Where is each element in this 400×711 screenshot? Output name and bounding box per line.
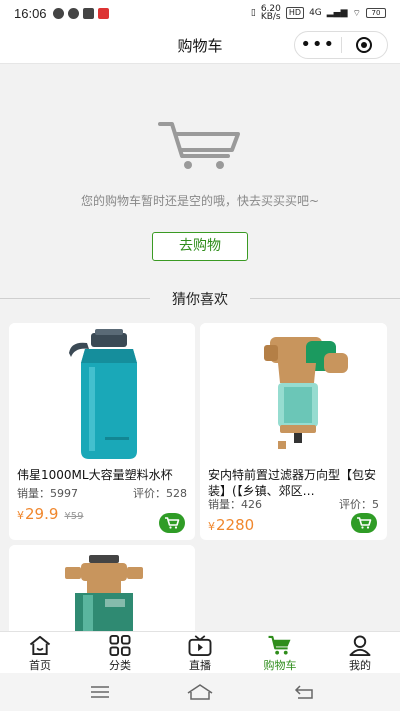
app-notification-icon <box>82 7 94 19</box>
home-icon <box>29 635 51 656</box>
mini-program-capsule: ••• <box>294 31 388 59</box>
status-bar: 16:06 ▯ 6.20 KB/s HD 4G ▂▄▆ ⌔ 70 <box>0 0 400 26</box>
go-shopping-button[interactable]: 去购物 <box>152 232 248 261</box>
tab-mine[interactable]: 我的 <box>320 632 400 673</box>
tab-cart[interactable]: 购物车 <box>240 632 320 673</box>
menu-icon[interactable] <box>90 685 110 699</box>
cart-icon <box>158 122 240 169</box>
recommend-section-header: 猜你喜欢 <box>0 288 400 308</box>
add-to-cart-button[interactable] <box>351 513 377 533</box>
product-meta: 销量：5997 评价：528 <box>17 485 187 501</box>
price-value: 2280 <box>216 516 255 534</box>
tab-home[interactable]: 首页 <box>0 632 80 673</box>
product-name[interactable]: 伟星1000ML大容量塑料水杯 <box>17 467 189 483</box>
tab-label: 分类 <box>109 659 131 672</box>
product-price: ¥29.9 ¥59 <box>17 505 84 523</box>
network-type: 4G <box>309 8 322 18</box>
nav-bar: 购物车 ••• <box>0 26 400 64</box>
product-name[interactable]: 安内特前置过滤器万向型【包安装】(【乡镇、郊区… <box>208 467 381 499</box>
battery-icon: 70 <box>366 8 386 18</box>
app-notification-icon <box>67 7 79 19</box>
add-to-cart-button[interactable] <box>159 513 185 533</box>
system-navigation-bar <box>0 673 400 711</box>
product-card[interactable] <box>9 545 195 631</box>
tab-label: 直播 <box>189 659 211 672</box>
product-image[interactable] <box>9 323 195 463</box>
app-notification-icon <box>97 7 109 19</box>
product-meta: 销量：426 评价：5 <box>208 496 379 512</box>
product-card[interactable]: 伟星1000ML大容量塑料水杯 销量：5997 评价：528 ¥29.9 ¥59 <box>9 323 195 540</box>
product-sales: 销量：426 <box>208 498 262 511</box>
vibrate-icon: ▯ <box>250 8 256 18</box>
product-reviews: 评价：5 <box>339 498 379 511</box>
app-notification-icon <box>52 7 64 19</box>
category-icon <box>109 635 131 656</box>
tab-label: 我的 <box>349 659 371 672</box>
wifi-icon: ⌔ <box>352 8 361 19</box>
product-price: ¥2280 <box>208 516 254 534</box>
user-icon <box>349 635 371 656</box>
target-icon[interactable] <box>342 37 388 53</box>
currency-symbol: ¥ <box>208 520 215 533</box>
more-dots-icon[interactable]: ••• <box>295 35 341 55</box>
home-button-icon[interactable] <box>186 683 214 701</box>
product-card[interactable]: 安内特前置过滤器万向型【包安装】(【乡镇、郊区… 销量：426 评价：5 ¥22… <box>200 323 387 540</box>
currency-symbol: ¥ <box>17 509 24 522</box>
divider <box>250 298 400 299</box>
tab-live[interactable]: 直播 <box>160 632 240 673</box>
cart-icon <box>357 517 372 529</box>
tab-label: 首页 <box>29 659 51 672</box>
status-time: 16:06 <box>14 5 47 21</box>
network-speed: 6.20 KB/s <box>260 4 281 22</box>
cart-icon <box>165 517 180 529</box>
live-tv-icon <box>188 635 212 656</box>
signal-icon: ▂▄▆ <box>326 8 348 18</box>
product-image[interactable] <box>9 545 195 631</box>
tab-category[interactable]: 分类 <box>80 632 160 673</box>
product-image[interactable] <box>200 323 387 463</box>
cart-icon <box>268 635 291 655</box>
original-price: ¥59 <box>64 511 84 522</box>
recommend-title: 猜你喜欢 <box>172 292 228 308</box>
tab-label: 购物车 <box>263 659 297 672</box>
empty-cart-message: 您的购物车暂时还是空的哦，快去买买买吧~ <box>80 194 320 208</box>
tab-bar: 首页 分类 直播 购物车 我的 <box>0 631 400 673</box>
product-sales: 销量：5997 <box>17 487 78 500</box>
hd-badge: HD <box>285 7 305 19</box>
back-icon[interactable] <box>294 685 314 699</box>
product-reviews: 评价：528 <box>133 487 187 500</box>
price-value: 29.9 <box>25 505 59 523</box>
